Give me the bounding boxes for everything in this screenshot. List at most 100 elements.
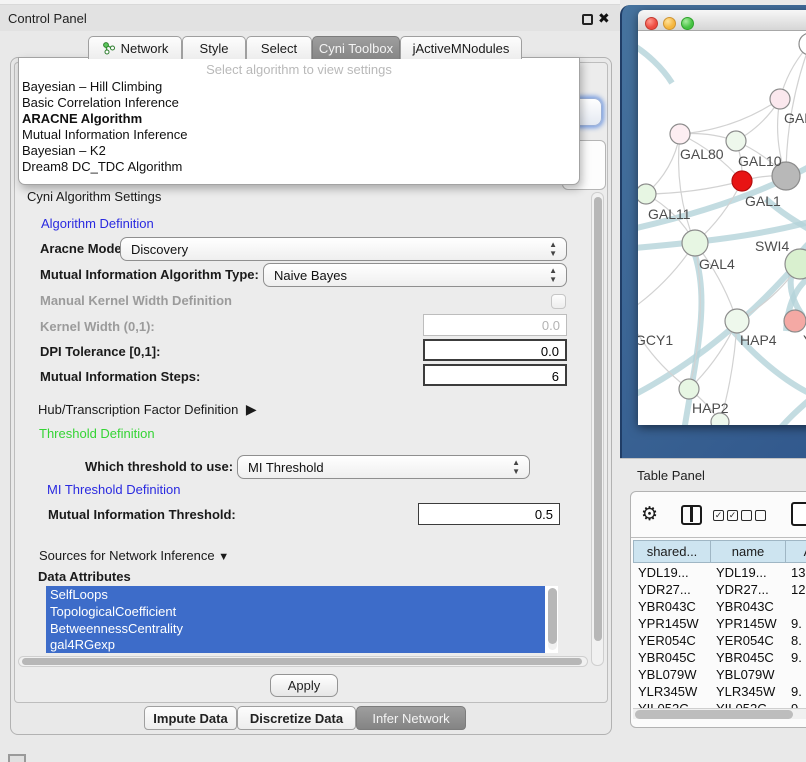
table-row[interactable]: YPR145WYPR145W9.	[633, 615, 806, 632]
table-cell[interactable]: YBL079W	[633, 666, 711, 683]
gear-icon[interactable]: ⚙	[641, 503, 658, 526]
data-attributes-list[interactable]: SelfLoopsTopologicalCoefficientBetweenne…	[46, 586, 558, 653]
table-cell[interactable]: 9.	[786, 683, 806, 700]
network-node-gal[interactable]	[770, 89, 790, 109]
bottom-tab-infer-network[interactable]: Infer Network	[356, 706, 466, 730]
table-cell[interactable]: YPR145W	[711, 615, 786, 632]
table-cell[interactable]: YLR345W	[633, 683, 711, 700]
network-node-gal11[interactable]	[638, 184, 656, 204]
table-cell[interactable]: YDL19...	[711, 564, 786, 581]
table-cell[interactable]	[786, 666, 806, 683]
network-node-y[interactable]	[784, 310, 806, 332]
network-node-gal1[interactable]	[732, 171, 752, 191]
window-close-icon[interactable]	[645, 17, 658, 30]
manual-kernel-checkbox[interactable]	[551, 294, 566, 309]
attribute-list-item[interactable]: BetweennessCentrality	[46, 620, 545, 637]
kernel-width-field[interactable]: 0.0	[423, 314, 567, 336]
network-node-hap2[interactable]	[679, 379, 699, 399]
bottom-tab-discretize-data[interactable]: Discretize Data	[237, 706, 356, 730]
network-edge[interactable]	[680, 99, 780, 134]
table-cell[interactable]: 9.	[786, 615, 806, 632]
table-cell[interactable]: YBR043C	[711, 598, 786, 615]
mi-threshold-field[interactable]: 0.5	[418, 503, 560, 525]
minimized-panel-icon[interactable]	[8, 754, 26, 762]
network-window[interactable]: GALGAL80GAL10GAL1GAL11GAL4SWI4GCY1HAP4YH…	[638, 10, 806, 425]
table-cell[interactable]: YBR043C	[633, 598, 711, 615]
aracne-mode-select[interactable]: Discovery ▲▼	[120, 237, 567, 261]
algorithm-option[interactable]: Mutual Information Inference	[22, 127, 572, 143]
table-cell[interactable]: YDR27...	[711, 581, 786, 598]
network-node-gal10[interactable]	[726, 131, 746, 151]
deselect-all-checkbox-icon[interactable]	[755, 510, 766, 521]
tab-select[interactable]: Select	[246, 36, 312, 59]
table-cell[interactable]: YER054C	[633, 632, 711, 649]
attribute-list-item[interactable]: gal4RGexp	[46, 636, 545, 653]
table-cell[interactable]: 9.	[786, 649, 806, 666]
split-columns-icon[interactable]	[681, 505, 702, 525]
bottom-tab-impute-data[interactable]: Impute Data	[144, 706, 237, 730]
table-cell[interactable]: YLR345W	[711, 683, 786, 700]
network-node-top[interactable]	[799, 33, 806, 55]
attribute-list-item[interactable]: TopologicalCoefficient	[46, 603, 545, 620]
network-node-gal4[interactable]	[682, 230, 708, 256]
network-node-gal80[interactable]	[670, 124, 690, 144]
tab-jactivemnodules[interactable]: jActiveMNodules	[400, 36, 522, 59]
settings-vertical-scrollbar[interactable]	[591, 192, 604, 666]
control-panel-titlebar[interactable]: Control Panel ✖	[0, 5, 620, 31]
table-row[interactable]: YBL079WYBL079W	[633, 666, 806, 683]
table-column-header[interactable]: A	[786, 540, 806, 563]
algorithm-option[interactable]: Dream8 DC_TDC Algorithm	[22, 159, 572, 175]
table-cell[interactable]: YPR145W	[633, 615, 711, 632]
select-all-checkbox-icon[interactable]: ✓	[727, 510, 738, 521]
network-window-titlebar[interactable]	[638, 10, 806, 31]
table-cell[interactable]: YDL19...	[633, 564, 711, 581]
close-icon[interactable]: ✖	[598, 10, 610, 27]
float-window-icon[interactable]	[582, 14, 593, 25]
table-row[interactable]: YER054CYER054C8.	[633, 632, 806, 649]
window-minimize-icon[interactable]	[663, 17, 676, 30]
table-cell[interactable]: 13	[786, 564, 806, 581]
table-column-header[interactable]: shared...	[633, 540, 711, 563]
table-cell[interactable]: YER054C	[711, 632, 786, 649]
table-horizontal-scrollbar[interactable]	[633, 708, 806, 719]
select-all-checkbox-icon[interactable]: ✓	[713, 510, 724, 521]
table-cell[interactable]: YBR045C	[711, 649, 786, 666]
deselect-all-checkbox-icon[interactable]	[741, 510, 752, 521]
table-column-header[interactable]: name	[711, 540, 786, 563]
new-table-icon[interactable]	[791, 502, 806, 526]
dpi-tolerance-field[interactable]: 0.0	[423, 339, 567, 361]
table-cell[interactable]	[786, 598, 806, 615]
algorithm-option[interactable]: ARACNE Algorithm	[22, 111, 572, 127]
tab-style[interactable]: Style	[182, 36, 246, 59]
sources-group-title[interactable]: Sources for Network Inference ▼	[36, 549, 232, 564]
table-row[interactable]: YBR045CYBR045C9.	[633, 649, 806, 666]
mi-type-select[interactable]: Naive Bayes ▲▼	[263, 263, 567, 287]
table-row[interactable]: YDL19...YDL19...13	[633, 564, 806, 581]
apply-button[interactable]: Apply	[270, 674, 338, 697]
algorithm-option[interactable]: Bayesian – K2	[22, 143, 572, 159]
algorithm-option[interactable]: Basic Correlation Inference	[22, 95, 572, 111]
algorithm-dropdown[interactable]: Select algorithm to view settings Bayesi…	[18, 57, 580, 185]
attribute-list-item[interactable]: SelfLoops	[46, 586, 545, 603]
which-threshold-select[interactable]: MI Threshold ▲▼	[237, 455, 530, 479]
settings-horizontal-scrollbar[interactable]	[18, 656, 588, 667]
network-edge[interactable]	[646, 181, 742, 194]
tab-network[interactable]: Network	[88, 36, 182, 59]
algorithm-option[interactable]: Bayesian – Hill Climbing	[22, 79, 572, 95]
network-canvas[interactable]: GALGAL80GAL10GAL1GAL11GAL4SWI4GCY1HAP4YH…	[638, 31, 806, 425]
hub-definition-expander[interactable]: Hub/Transcription Factor Definition ▶	[38, 401, 257, 418]
network-node-hap4[interactable]	[725, 309, 749, 333]
table-cell[interactable]: YBL079W	[711, 666, 786, 683]
attributes-list-scrollbar[interactable]	[548, 588, 557, 650]
table-cell[interactable]: 8.	[786, 632, 806, 649]
dpi-tolerance-label: DPI Tolerance [0,1]:	[40, 344, 160, 359]
table-cell[interactable]: YBR045C	[633, 649, 711, 666]
tab-cyni-toolbox[interactable]: Cyni Toolbox	[312, 36, 400, 59]
window-zoom-icon[interactable]	[681, 17, 694, 30]
table-row[interactable]: YLR345WYLR345W9.	[633, 683, 806, 700]
mi-steps-field[interactable]: 6	[423, 364, 567, 386]
table-row[interactable]: YBR043CYBR043C	[633, 598, 806, 615]
table-row[interactable]: YDR27...YDR27...12	[633, 581, 806, 598]
table-cell[interactable]: YDR27...	[633, 581, 711, 598]
table-cell[interactable]: 12	[786, 581, 806, 598]
